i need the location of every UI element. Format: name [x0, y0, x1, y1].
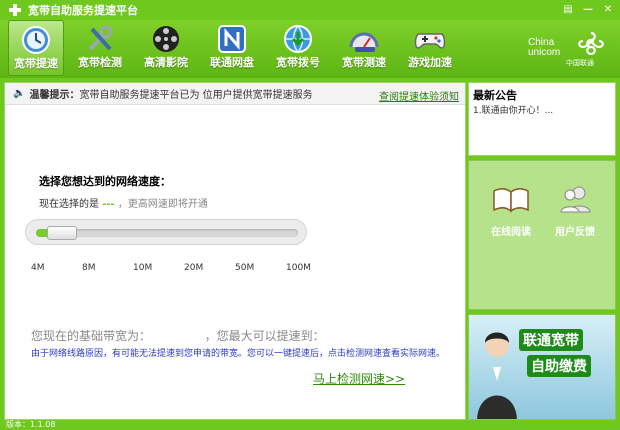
- close-icon[interactable]: ✕: [600, 2, 616, 16]
- notice-label: 温馨提示：: [29, 90, 80, 101]
- brand-en-line2: unicom: [528, 47, 561, 58]
- current-value: ---: [102, 199, 115, 210]
- brand-cn-text: 中国联通: [566, 59, 594, 67]
- notice-bar: 🔈 温馨提示： 宽带自助服务提速平台已为 位用户提供宽带提速服务 查阅提速体验须…: [5, 83, 465, 105]
- detect-speed-link[interactable]: 马上检测网速>>: [313, 370, 405, 387]
- tool-game-accel[interactable]: 游戏加速: [402, 20, 458, 76]
- speed-ticks: 4M 8M 10M 20M 50M 100M: [31, 263, 311, 275]
- window-controls: ▤ — ✕: [560, 2, 616, 16]
- tool-broadband-speedup[interactable]: 宽带提速: [8, 20, 64, 76]
- tool-label: 宽带提速: [14, 57, 58, 70]
- netdisk-n-icon: [213, 22, 251, 56]
- china-unicom-logo: China unicom 中国联通: [528, 30, 614, 70]
- clock-icon: [17, 23, 55, 57]
- speaker-icon: 🔈: [13, 88, 26, 99]
- tool-hd-cinema[interactable]: 高清影院: [138, 20, 194, 76]
- basic-bandwidth: 您现在的基础带宽为： ，您最大可以提速到：: [31, 327, 325, 344]
- news-header: 最新公告: [473, 89, 517, 102]
- news-item[interactable]: 1.联通由你开心！...: [473, 103, 553, 116]
- tick-label: 10M: [133, 263, 153, 273]
- tool-speed-test[interactable]: 宽带测速: [336, 20, 392, 76]
- speed-question: 选择您想达到的网络速度：: [39, 175, 171, 188]
- minimize-icon[interactable]: —: [580, 2, 596, 16]
- open-book-icon: [491, 181, 531, 217]
- menu-icon[interactable]: ▤: [560, 2, 576, 16]
- tool-label: 宽带测速: [342, 56, 386, 69]
- sidebar: 最新公告 1.联通由你开心！... 在线阅读 用户反馈 联通宽带 自助缴费: [468, 82, 616, 420]
- online-reading-button[interactable]: 在线阅读: [481, 181, 541, 251]
- users-icon: [555, 181, 595, 217]
- tool-label: 高清影院: [144, 56, 188, 69]
- ad-line2: 自助缴费: [527, 355, 591, 377]
- status-bar: 版本：1.1.08: [0, 420, 620, 430]
- main-panel: 🔈 温馨提示： 宽带自助服务提速平台已为 位用户提供宽带提速服务 查阅提速体验须…: [4, 82, 466, 420]
- news-panel: 最新公告 1.联通由你开心！...: [468, 82, 616, 156]
- quick-links-panel: 在线阅读 用户反馈: [468, 160, 616, 310]
- gamepad-icon: [411, 22, 449, 56]
- tool-label: 宽带拨号: [276, 56, 320, 69]
- basic-suffix: ，您最大可以提速到：: [204, 329, 325, 343]
- tool-label: 游戏加速: [408, 56, 452, 69]
- tool-broadband-dial[interactable]: 宽带拨号: [270, 20, 326, 76]
- panel-label: 用户反馈: [555, 227, 595, 238]
- globe-dial-icon: [279, 22, 317, 56]
- panel-label: 在线阅读: [491, 227, 531, 238]
- tick-label: 20M: [184, 263, 204, 273]
- app-window: 宽带自助服务提速平台 ▤ — ✕ 宽带提速 宽带检测 高清影院 联通网盘 宽带拨…: [0, 0, 620, 430]
- basic-prefix: 您现在的基础带宽为：: [31, 329, 152, 343]
- current-suffix: ，更高网速即将开通: [117, 199, 208, 210]
- current-prefix: 现在选择的是: [39, 199, 99, 210]
- self-payment-banner[interactable]: 联通宽带 自助缴费: [468, 314, 616, 420]
- speed-note: 由于网络线路原因，有可能无法提速到您申请的带宽。您可以一键提速后，点击检测网速查…: [31, 349, 446, 359]
- speed-slider[interactable]: [25, 219, 307, 245]
- app-logo-icon: [8, 3, 22, 17]
- speed-test-icon: [345, 22, 383, 56]
- ad-line1: 联通宽带: [519, 329, 583, 351]
- tool-unicom-netdisk[interactable]: 联通网盘: [204, 20, 260, 76]
- unicom-knot-icon: [578, 31, 604, 56]
- service-agent-image: [477, 332, 517, 419]
- tick-label: 50M: [235, 263, 255, 273]
- notice-text: 宽带自助服务提速平台已为 位用户提供宽带提速服务: [79, 90, 313, 101]
- tool-label: 宽带检测: [78, 56, 122, 69]
- tick-label: 4M: [31, 263, 45, 273]
- film-reel-icon: [147, 22, 185, 56]
- title-bar: 宽带自助服务提速平台 ▤ — ✕: [0, 0, 620, 20]
- notice-link[interactable]: 查阅提速体验须知: [379, 88, 459, 103]
- main-toolbar: 宽带提速 宽带检测 高清影院 联通网盘 宽带拨号 宽带测速 游戏加速: [0, 20, 620, 78]
- tick-label: 100M: [286, 263, 311, 273]
- user-feedback-button[interactable]: 用户反馈: [545, 181, 605, 251]
- slider-thumb[interactable]: [46, 226, 77, 240]
- tool-broadband-check[interactable]: 宽带检测: [72, 20, 128, 76]
- current-selection: 现在选择的是 --- ，更高网速即将开通: [39, 195, 208, 210]
- window-title: 宽带自助服务提速平台: [28, 4, 138, 17]
- tools-icon: [81, 22, 119, 56]
- tick-label: 8M: [82, 263, 96, 273]
- tool-label: 联通网盘: [210, 56, 254, 69]
